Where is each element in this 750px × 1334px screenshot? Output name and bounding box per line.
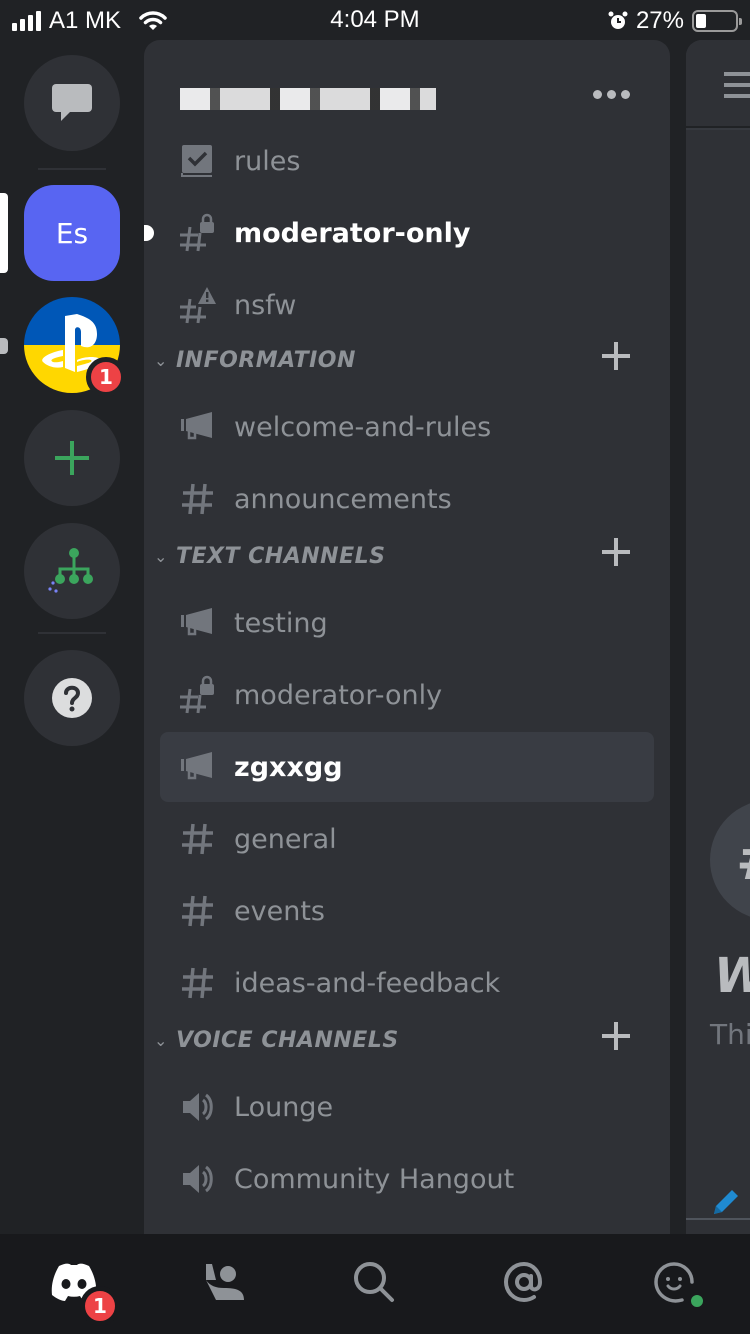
channel-name: moderator-only	[234, 679, 443, 711]
category-name: INFORMATION	[176, 347, 356, 373]
mention-badge: 1	[86, 357, 126, 397]
channel-general[interactable]: general	[160, 804, 654, 874]
chat-panel[interactable]: # W Thi	[686, 40, 750, 1234]
channel-name: ideas-and-feedback	[234, 967, 501, 999]
question-icon	[52, 678, 92, 718]
nav-mentions[interactable]	[494, 1252, 554, 1312]
channel-list-panel: rules moderator-only nsfw ⌄ INFORMATION wel…	[144, 40, 670, 1234]
chat-bubble-icon	[52, 84, 92, 121]
category-information[interactable]: ⌄ INFORMATION	[144, 340, 670, 380]
rail-separator	[38, 168, 106, 170]
channel-name: announcements	[234, 483, 452, 515]
nav-search[interactable]	[344, 1252, 404, 1312]
server-header[interactable]	[144, 40, 670, 140]
divider	[686, 1218, 750, 1220]
channel-community-hangout[interactable]: Community Hangout	[160, 1144, 654, 1214]
help-button[interactable]	[24, 650, 120, 746]
rules-checkbox-icon	[178, 141, 218, 181]
channel-name: rules	[234, 145, 301, 177]
hash-icon	[178, 819, 218, 859]
category-name: VOICE CHANNELS	[176, 1027, 399, 1053]
channel-name: testing	[234, 607, 328, 639]
channel-events[interactable]: events	[160, 876, 654, 946]
nav-home[interactable]: 1	[44, 1252, 120, 1326]
unread-server-indicator	[0, 338, 8, 354]
server-name-redacted	[180, 88, 436, 110]
hash-lock-icon	[178, 213, 218, 253]
hierarchy-icon	[48, 548, 93, 593]
channel-nsfw[interactable]: nsfw	[160, 270, 654, 340]
speaker-icon	[178, 1159, 218, 1199]
channel-testing[interactable]: testing	[160, 588, 654, 658]
add-server-button[interactable]	[24, 410, 120, 506]
ellipsis-icon[interactable]	[593, 90, 630, 99]
unread-indicator	[144, 225, 154, 241]
at-sign-icon	[503, 1261, 543, 1303]
nav-profile[interactable]	[644, 1252, 706, 1312]
home-mention-badge: 1	[80, 1286, 120, 1326]
channel-name: Lounge	[234, 1091, 334, 1123]
online-status-dot	[688, 1292, 706, 1310]
hash-warning-icon	[178, 285, 218, 325]
bottom-navigation: 1	[0, 1234, 750, 1334]
channel-zgxxgg[interactable]: zgxxgg	[160, 732, 654, 802]
category-text-channels[interactable]: ⌄ TEXT CHANNELS	[144, 536, 670, 576]
search-icon	[354, 1262, 394, 1302]
battery-percent: 27%	[635, 7, 684, 34]
megaphone-icon	[178, 747, 218, 787]
channel-name: welcome-and-rules	[234, 411, 492, 443]
channel-name: events	[234, 895, 325, 927]
chevron-down-icon: ⌄	[154, 546, 168, 566]
active-server-indicator	[0, 193, 8, 273]
channel-announcements[interactable]: announcements	[160, 464, 654, 534]
category-voice-channels[interactable]: ⌄ VOICE CHANNELS	[144, 1020, 670, 1060]
add-channel-plus-icon[interactable]	[602, 538, 630, 566]
pencil-icon[interactable]	[708, 1186, 742, 1220]
plus-icon	[55, 441, 89, 475]
hash-icon	[178, 891, 218, 931]
hash-icon	[178, 479, 218, 519]
hash-lock-icon	[178, 675, 218, 715]
chat-body: # W Thi	[686, 130, 750, 1234]
channel-name: general	[234, 823, 337, 855]
welcome-title: W	[714, 948, 750, 1004]
chevron-down-icon: ⌄	[154, 1030, 168, 1050]
server-rail: Es 1	[0, 40, 144, 1234]
alarm-icon	[608, 11, 628, 29]
chat-header	[686, 40, 750, 128]
channel-welcome-and-rules[interactable]: welcome-and-rules	[160, 392, 654, 462]
hamburger-icon[interactable]	[724, 72, 750, 105]
welcome-subtitle: Thi	[710, 1018, 750, 1051]
channel-name: moderator-only	[234, 217, 471, 249]
megaphone-icon	[178, 603, 218, 643]
friends-wave-icon	[206, 1264, 244, 1300]
channel-moderator-only[interactable]: moderator-only	[160, 660, 654, 730]
add-channel-plus-icon[interactable]	[602, 1022, 630, 1050]
channel-rules[interactable]: rules	[160, 126, 654, 196]
channel-name: nsfw	[234, 289, 297, 321]
speaker-icon	[178, 1087, 218, 1127]
chevron-down-icon: ⌄	[154, 350, 168, 370]
channel-ideas-and-feedback[interactable]: ideas-and-feedback	[160, 948, 654, 1018]
direct-messages-button[interactable]	[24, 55, 120, 151]
channel-name: Community Hangout	[234, 1163, 515, 1195]
nav-friends[interactable]	[194, 1252, 254, 1312]
server-initials: Es	[55, 216, 89, 250]
channel-icon-circle: #	[710, 800, 750, 920]
battery-icon	[692, 10, 742, 32]
category-name: TEXT CHANNELS	[176, 543, 386, 569]
hash-icon	[178, 963, 218, 1003]
rail-separator	[38, 632, 106, 634]
megaphone-icon	[178, 407, 218, 447]
explore-servers-button[interactable]	[24, 523, 120, 619]
server-playstation[interactable]: 1	[24, 297, 126, 397]
channel-lounge[interactable]: Lounge	[160, 1072, 654, 1142]
channel-moderator-only[interactable]: moderator-only	[144, 198, 654, 268]
status-bar: A1 MK 4:04 PM 27%	[0, 0, 750, 40]
add-channel-plus-icon[interactable]	[602, 342, 630, 370]
channel-name: zgxxgg	[234, 751, 343, 783]
server-es[interactable]: Es	[24, 185, 120, 281]
